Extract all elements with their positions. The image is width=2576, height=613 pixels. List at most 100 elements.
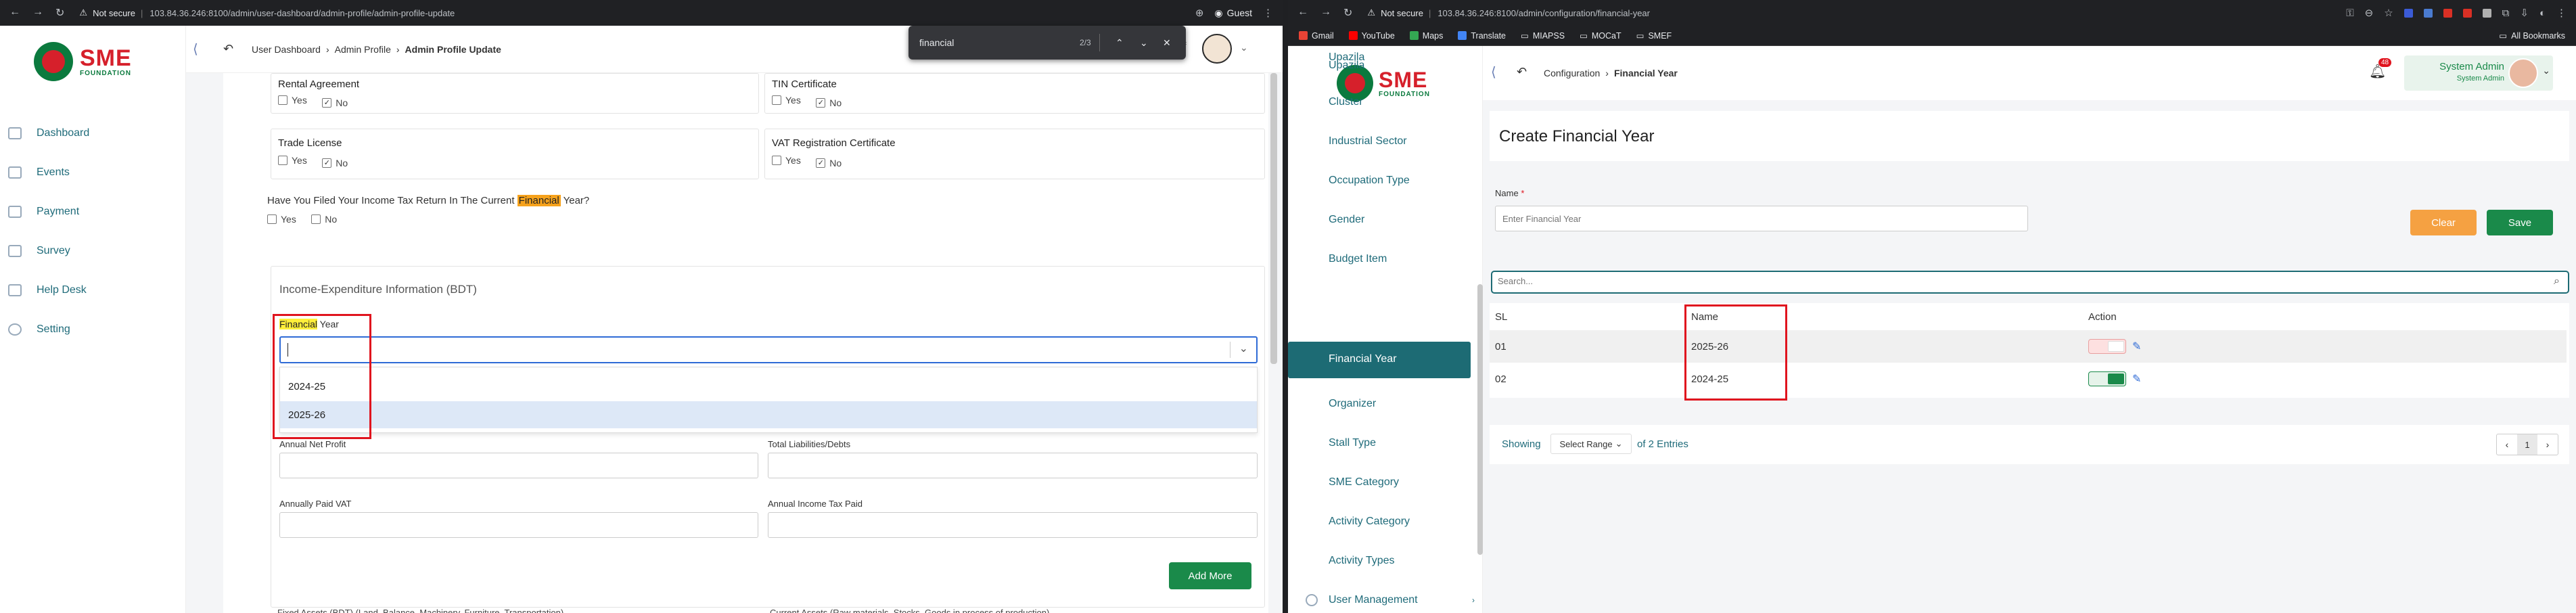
reload-icon[interactable]: ↻ [55, 6, 64, 20]
right-sidebar-scrollbar[interactable] [1477, 284, 1483, 555]
sidebar-item-sme-category[interactable]: SME Category [1288, 463, 1483, 502]
status-toggle-on[interactable] [2088, 371, 2126, 386]
bookmark-mocat[interactable]: ▭ MOCaT [1580, 30, 1622, 41]
star-icon[interactable]: ☆ [2384, 7, 2393, 19]
clear-button[interactable]: Clear [2410, 210, 2477, 235]
sidebar-item-budget-item[interactable]: Budget Item [1288, 247, 1483, 271]
breadcrumb-item[interactable]: Configuration [1544, 68, 1600, 78]
user-menu[interactable]: System Admin System Admin ⌄ [2404, 55, 2553, 91]
sidebar-item-events[interactable]: Events [8, 153, 177, 192]
dropdown-option-hovered[interactable]: 2025-26 [280, 401, 1257, 428]
left-scrollbar[interactable] [1270, 73, 1277, 364]
sidebar-item-occupation-type[interactable]: Occupation Type [1288, 168, 1483, 193]
back-icon[interactable]: ↶ [223, 42, 233, 56]
add-more-button[interactable]: Add More [1169, 562, 1251, 589]
yes-checkbox[interactable]: Yes [278, 155, 307, 166]
sidebar-item-industrial-sector[interactable]: Industrial Sector [1288, 129, 1483, 154]
yes-checkbox[interactable]: Yes [772, 155, 801, 166]
no-checkbox[interactable]: ✓ No [322, 97, 348, 108]
annually-paid-vat-input[interactable] [279, 512, 758, 538]
bookmark-gmail[interactable]: Gmail [1299, 31, 1334, 41]
close-icon[interactable]: ✕ [1163, 37, 1171, 49]
bookmark-maps[interactable]: Maps [1409, 31, 1443, 41]
left-address-bar[interactable]: 103.84.36.246:8100/admin/user-dashboard/… [150, 8, 455, 18]
sidebar-item-activity-category[interactable]: Activity Category [1288, 502, 1483, 541]
breadcrumb-item[interactable]: Admin Profile [335, 44, 391, 55]
left-security-chip[interactable]: ⚠ Not secure | [79, 7, 143, 18]
chevron-left-icon[interactable]: ‹ [2497, 434, 2517, 455]
extension-icon[interactable] [2423, 8, 2433, 18]
yes-checkbox[interactable]: Yes [772, 95, 801, 106]
extension-icon[interactable] [2443, 8, 2452, 18]
total-liabilities-input[interactable] [768, 453, 1258, 478]
bookmark-miapss[interactable]: ▭ MIAPSS [1521, 30, 1565, 41]
sidebar-item-financial-year[interactable]: Financial Year [1288, 342, 1471, 378]
annual-net-profit-input[interactable] [279, 453, 758, 478]
right-address-bar[interactable]: 103.84.36.246:8100/admin/configuration/f… [1438, 8, 1650, 18]
financial-year-select[interactable]: ⌄ [279, 336, 1258, 363]
chevron-down-icon[interactable]: ⌄ [1240, 42, 1248, 53]
menu-icon[interactable]: ⋮ [1263, 7, 1273, 19]
download-icon[interactable]: ⇩ [2520, 7, 2529, 19]
bookmark-smef[interactable]: ▭ SMEF [1636, 30, 1672, 41]
sidebar-item-help-desk[interactable]: Help Desk [8, 271, 177, 310]
right-security-chip[interactable]: ⚠ Not secure | [1367, 7, 1431, 18]
status-toggle-off[interactable] [2088, 339, 2126, 354]
menu-icon[interactable]: ⋮ [2556, 7, 2567, 19]
edit-icon[interactable]: ✎ [2132, 372, 2141, 386]
sidebar-item-organizer[interactable]: Organizer [1288, 384, 1483, 424]
find-next-icon[interactable]: ⌄ [1140, 37, 1148, 49]
sidebar-item-activity-types[interactable]: Activity Types [1288, 541, 1483, 581]
sidebar-item-gender[interactable]: Gender [1288, 208, 1483, 232]
no-checkbox[interactable]: ✓ No [816, 97, 842, 108]
extension-icon[interactable] [2482, 8, 2491, 18]
find-prev-icon[interactable]: ⌃ [1116, 37, 1124, 49]
bookmark-translate[interactable]: Translate [1458, 31, 1506, 41]
forward-arrow-icon[interactable]: → [32, 6, 43, 20]
window-divider[interactable] [1283, 0, 1288, 613]
zoom-icon[interactable]: ⊖ [2365, 7, 2374, 19]
sidebar-item-user-management[interactable]: User Management › [1306, 590, 1475, 610]
no-checkbox[interactable]: No [311, 214, 337, 225]
sidebar-item-payment[interactable]: Payment [8, 192, 177, 231]
bookmark-youtube[interactable]: YouTube [1348, 31, 1395, 41]
sidebar-item-cluster[interactable]: Cluster [1288, 90, 1483, 114]
sidebar-item-upazila[interactable]: Upazila [1288, 57, 1483, 74]
range-select[interactable]: Select Range ⌄ [1550, 434, 1632, 454]
sidebar-collapse-icon[interactable]: ⟨ [193, 41, 198, 58]
reload-icon[interactable]: ↻ [1343, 6, 1352, 20]
annual-income-tax-input[interactable] [768, 512, 1258, 538]
financial-year-name-input[interactable] [1495, 206, 2028, 231]
search-box[interactable]: ⌕ [1491, 271, 2569, 294]
all-bookmarks[interactable]: ▭ All Bookmarks [2499, 30, 2565, 41]
avatar[interactable] [1202, 34, 1232, 64]
back-arrow-icon[interactable]: ← [9, 6, 20, 20]
search-input[interactable] [1498, 276, 2512, 286]
profile-icon[interactable]: ◐ [2539, 7, 2546, 19]
yes-checkbox[interactable]: Yes [267, 214, 296, 225]
sidebar-item-dashboard[interactable]: Dashboard [8, 114, 177, 153]
sidebar-item-stall-type[interactable]: Stall Type [1288, 424, 1483, 463]
find-input[interactable]: financial [919, 37, 954, 48]
dropdown-option[interactable]: 2024-25 [280, 373, 1257, 400]
sidebar-item-survey[interactable]: Survey [8, 231, 177, 271]
back-icon[interactable]: ↶ [1517, 65, 1527, 79]
puzzle-icon[interactable]: ⧉ [2502, 7, 2510, 19]
chevron-right-icon[interactable]: › [2537, 434, 2558, 455]
key-icon[interactable]: ⚿ [2346, 7, 2353, 19]
sidebar-collapse-icon[interactable]: ⟨ [1491, 64, 1496, 81]
back-arrow-icon[interactable]: ← [1297, 6, 1308, 20]
save-button[interactable]: Save [2487, 210, 2553, 235]
no-checkbox[interactable]: ✓ No [816, 158, 842, 168]
no-checkbox[interactable]: ✓ No [322, 158, 348, 168]
forward-arrow-icon[interactable]: → [1320, 6, 1331, 20]
sidebar-item-setting[interactable]: Setting [8, 310, 177, 349]
yes-checkbox[interactable]: Yes [278, 95, 307, 106]
breadcrumb-item[interactable]: User Dashboard [252, 44, 321, 55]
edit-icon[interactable]: ✎ [2132, 340, 2141, 353]
guest-profile-button[interactable]: ◉ Guest [1214, 7, 1252, 19]
find-indicator-icon[interactable]: ⊕ [1195, 7, 1204, 19]
extension-icon[interactable] [2462, 8, 2472, 18]
extension-icon[interactable] [2404, 8, 2413, 18]
sme-logo[interactable]: SME FOUNDATION [34, 42, 132, 81]
